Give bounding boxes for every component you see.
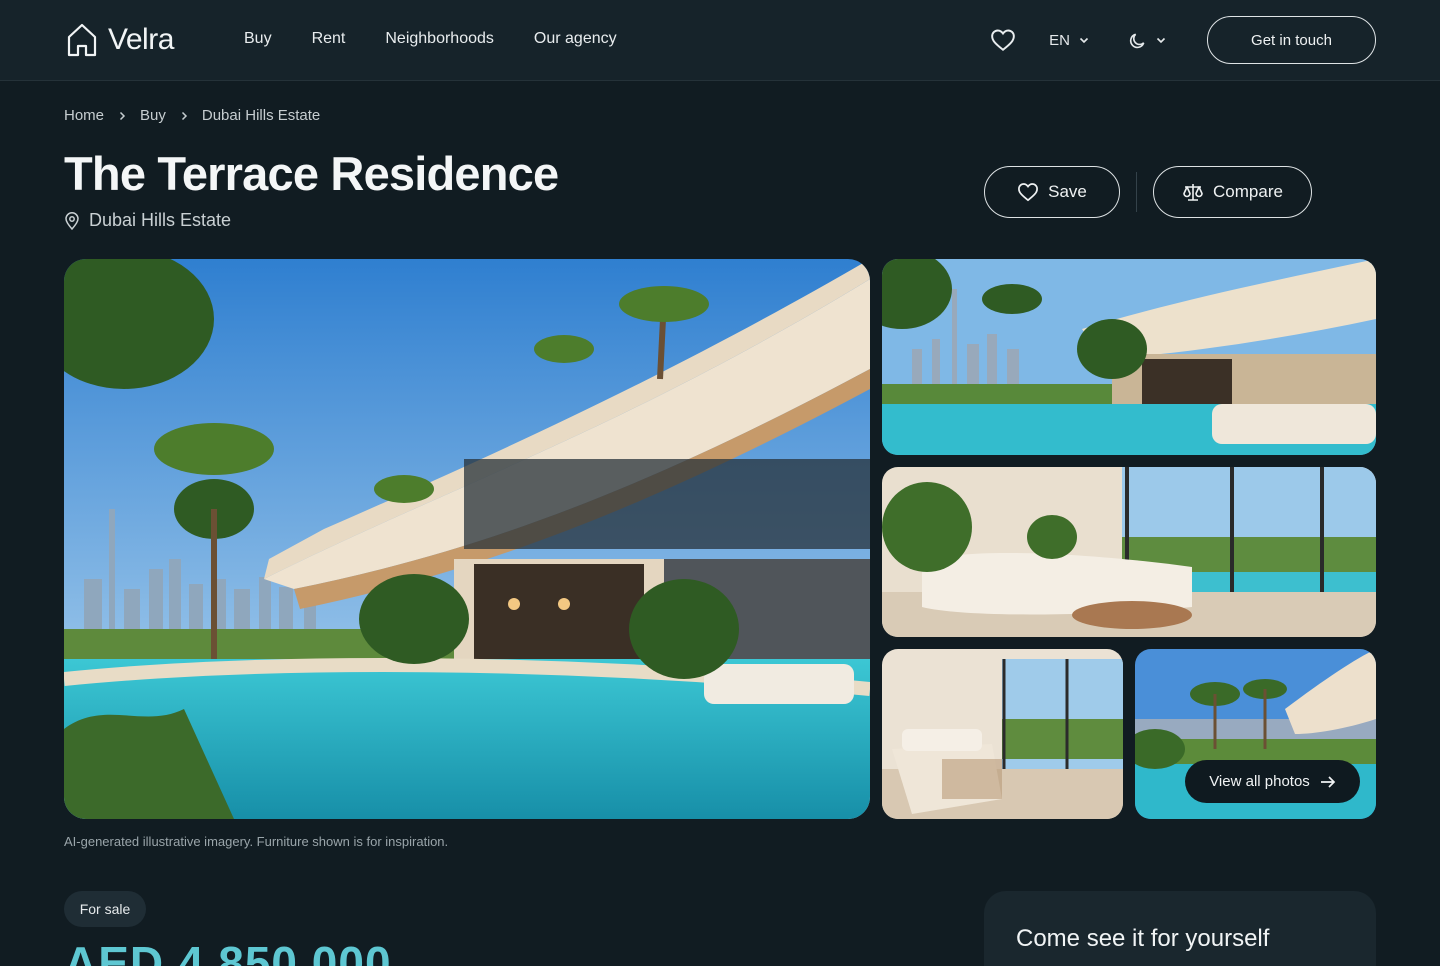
listing-price: AED 4,850,000 <box>64 937 392 966</box>
heart-icon <box>991 29 1015 51</box>
listing-location: Dubai Hills Estate <box>64 210 231 231</box>
theme-selector[interactable] <box>1128 31 1167 50</box>
location-text: Dubai Hills Estate <box>89 210 232 230</box>
listing-actions: Save Compare <box>984 166 1312 218</box>
nav-item-buy[interactable]: Buy <box>244 30 272 48</box>
compare-button[interactable]: Compare <box>1153 166 1312 218</box>
poolside-terrace-image <box>882 259 1376 455</box>
language-label: EN <box>1049 31 1070 49</box>
scale-icon <box>1183 184 1203 201</box>
arrow-right-icon <box>1320 775 1336 788</box>
top-nav-bar: Velra Buy Rent Neighborhoods Our agency … <box>0 0 1440 81</box>
chevron-right-icon <box>181 111 187 120</box>
page-title: The Terrace Residence <box>64 147 559 200</box>
view-all-photos-button[interactable]: View all photos <box>1185 760 1360 803</box>
divider <box>1136 172 1137 212</box>
nav-item-neighborhoods[interactable]: Neighborhoods <box>385 30 494 48</box>
header-actions: EN Get in touch <box>990 16 1376 64</box>
bedroom-image <box>882 649 1123 819</box>
chevron-down-icon <box>1079 37 1089 44</box>
language-selector[interactable]: EN <box>1049 32 1090 49</box>
breadcrumb-home[interactable]: Home <box>64 107 104 124</box>
save-button[interactable]: Save <box>984 166 1120 218</box>
gallery-thumbnail[interactable] <box>882 649 1123 819</box>
schedule-visit-card: Come see it for yourself <box>984 891 1376 966</box>
nav-item-our-agency[interactable]: Our agency <box>534 30 617 48</box>
image-disclaimer: AI-generated illustrative imagery. Furni… <box>64 834 449 849</box>
status-badge: For sale <box>64 891 146 927</box>
breadcrumb-buy[interactable]: Buy <box>140 107 166 124</box>
compare-label: Compare <box>1213 182 1283 201</box>
main-photo[interactable] <box>64 259 870 819</box>
heart-icon <box>1018 183 1039 202</box>
favorites-button[interactable] <box>990 28 1016 52</box>
breadcrumb-current: Dubai Hills Estate <box>201 107 321 124</box>
nav-item-rent[interactable]: Rent <box>312 30 346 48</box>
breadcrumb: Home Buy Dubai Hills Estate <box>64 107 320 124</box>
living-room-image <box>882 467 1376 637</box>
moon-icon <box>1129 33 1145 48</box>
brand-name: Velra <box>108 23 174 56</box>
gallery-thumbnail[interactable] <box>882 259 1376 455</box>
gallery-thumbnail[interactable] <box>882 467 1376 637</box>
villa-exterior-image <box>64 259 870 819</box>
view-all-label: View all photos <box>1209 773 1310 790</box>
visit-card-title: Come see it for yourself <box>1016 925 1270 952</box>
chevron-down-icon <box>1156 37 1166 44</box>
house-outline-icon <box>67 23 97 57</box>
brand-logo[interactable]: Velra <box>66 22 174 58</box>
chevron-right-icon <box>119 111 126 120</box>
get-in-touch-button[interactable]: Get in touch <box>1207 16 1376 64</box>
main-nav: Buy Rent Neighborhoods Our agency <box>244 30 617 48</box>
save-label: Save <box>1048 182 1087 201</box>
map-pin-icon <box>65 211 79 230</box>
